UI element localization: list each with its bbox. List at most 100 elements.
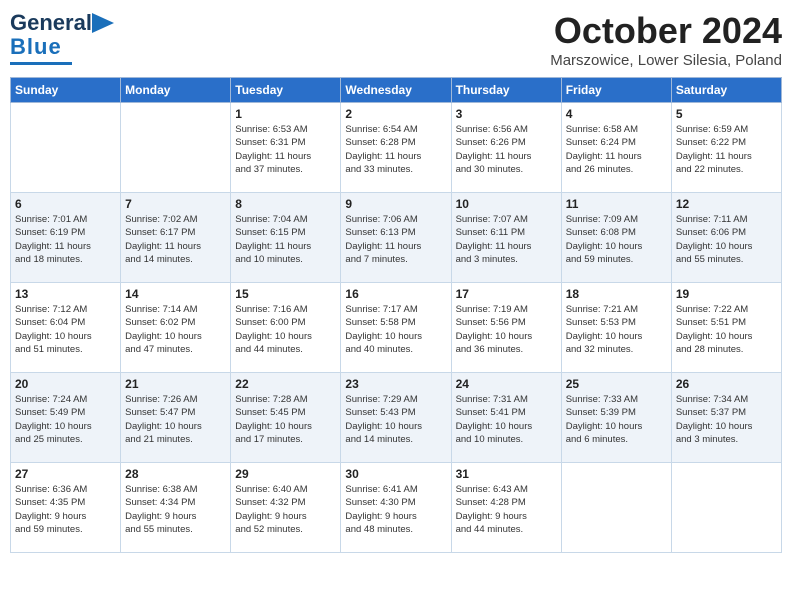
calendar-week-2: 6 Sunrise: 7:01 AM Sunset: 6:19 PM Daylig…	[11, 193, 782, 283]
day-info: Sunrise: 7:07 AM Sunset: 6:11 PM Dayligh…	[456, 213, 557, 266]
day-info: Sunrise: 7:34 AM Sunset: 5:37 PM Dayligh…	[676, 393, 777, 446]
calendar-cell: 9 Sunrise: 7:06 AM Sunset: 6:13 PM Daylig…	[341, 193, 451, 283]
calendar-cell: 29Sunrise: 6:40 AM Sunset: 4:32 PM Dayli…	[231, 463, 341, 553]
weekday-header-sunday: Sunday	[11, 78, 121, 103]
day-info: Sunrise: 7:06 AM Sunset: 6:13 PM Dayligh…	[345, 213, 446, 266]
calendar-week-5: 27 Sunrise: 6:36 AM Sunset: 4:35 PM Dayli…	[11, 463, 782, 553]
day-number: 22	[235, 377, 336, 391]
day-info: Sunrise: 7:11 AM Sunset: 6:06 PM Dayligh…	[676, 213, 777, 266]
day-info: Sunrise: 7:24 AM Sunset: 5:49 PM Dayligh…	[15, 393, 116, 446]
day-number: 14	[125, 287, 226, 301]
weekday-header-thursday: Thursday	[451, 78, 561, 103]
calendar-cell: 12 Sunrise: 7:11 AM Sunset: 6:06 PM Dayli…	[671, 193, 781, 283]
day-number: 5	[676, 107, 777, 121]
day-info: Sunrise: 7:04 AM Sunset: 6:15 PM Dayligh…	[235, 213, 336, 266]
day-number: 9	[345, 197, 446, 211]
calendar-cell: 13 Sunrise: 7:12 AM Sunset: 6:04 PM Dayli…	[11, 283, 121, 373]
day-info: Sunrise: 6:43 AM Sunset: 4:28 PM Dayligh…	[456, 483, 557, 536]
calendar-cell	[671, 463, 781, 553]
day-info: Sunrise: 7:09 AM Sunset: 6:08 PM Dayligh…	[566, 213, 667, 266]
day-number: 25	[566, 377, 667, 391]
calendar-week-4: 20 Sunrise: 7:24 AM Sunset: 5:49 PM Dayli…	[11, 373, 782, 463]
day-number: 13	[15, 287, 116, 301]
day-number: 1	[235, 107, 336, 121]
day-number: 6	[15, 197, 116, 211]
calendar-cell: 2 Sunrise: 6:54 AM Sunset: 6:28 PM Daylig…	[341, 103, 451, 193]
title-block: October 2024 Marszowice, Lower Silesia, …	[550, 10, 782, 69]
calendar-cell: 24 Sunrise: 7:31 AM Sunset: 5:41 PM Dayli…	[451, 373, 561, 463]
calendar-cell	[561, 463, 671, 553]
calendar-cell: 23Sunrise: 7:29 AM Sunset: 5:43 PM Dayli…	[341, 373, 451, 463]
day-number: 20	[15, 377, 116, 391]
calendar-cell: 28 Sunrise: 6:38 AM Sunset: 4:34 PM Dayli…	[121, 463, 231, 553]
calendar-cell: 16 Sunrise: 7:17 AM Sunset: 5:58 PM Dayli…	[341, 283, 451, 373]
weekday-header-tuesday: Tuesday	[231, 78, 341, 103]
calendar-week-1: 1 Sunrise: 6:53 AM Sunset: 6:31 PM Daylig…	[11, 103, 782, 193]
calendar-cell: 8 Sunrise: 7:04 AM Sunset: 6:15 PM Daylig…	[231, 193, 341, 283]
weekday-header-friday: Friday	[561, 78, 671, 103]
day-info: Sunrise: 7:12 AM Sunset: 6:04 PM Dayligh…	[15, 303, 116, 356]
day-info: Sunrise: 6:40 AM Sunset: 4:32 PM Dayligh…	[235, 483, 336, 536]
day-number: 7	[125, 197, 226, 211]
day-number: 28	[125, 467, 226, 481]
day-info: Sunrise: 7:22 AM Sunset: 5:51 PM Dayligh…	[676, 303, 777, 356]
calendar-cell: 3Sunrise: 6:56 AM Sunset: 6:26 PM Daylig…	[451, 103, 561, 193]
logo-underline	[10, 62, 72, 65]
day-info: Sunrise: 7:01 AM Sunset: 6:19 PM Dayligh…	[15, 213, 116, 266]
day-number: 26	[676, 377, 777, 391]
weekday-header-row: SundayMondayTuesdayWednesdayThursdayFrid…	[11, 78, 782, 103]
calendar-week-3: 13 Sunrise: 7:12 AM Sunset: 6:04 PM Dayli…	[11, 283, 782, 373]
day-info: Sunrise: 7:02 AM Sunset: 6:17 PM Dayligh…	[125, 213, 226, 266]
day-info: Sunrise: 7:33 AM Sunset: 5:39 PM Dayligh…	[566, 393, 667, 446]
calendar-cell: 19 Sunrise: 7:22 AM Sunset: 5:51 PM Dayli…	[671, 283, 781, 373]
month-title: October 2024	[550, 10, 782, 52]
day-number: 19	[676, 287, 777, 301]
calendar-cell: 4 Sunrise: 6:58 AM Sunset: 6:24 PM Daylig…	[561, 103, 671, 193]
calendar-cell: 30Sunrise: 6:41 AM Sunset: 4:30 PM Dayli…	[341, 463, 451, 553]
calendar-cell	[11, 103, 121, 193]
day-number: 24	[456, 377, 557, 391]
location: Marszowice, Lower Silesia, Poland	[550, 52, 782, 69]
logo-text-blue: Blue	[10, 34, 62, 60]
weekday-header-saturday: Saturday	[671, 78, 781, 103]
calendar-cell: 15Sunrise: 7:16 AM Sunset: 6:00 PM Dayli…	[231, 283, 341, 373]
day-info: Sunrise: 6:59 AM Sunset: 6:22 PM Dayligh…	[676, 123, 777, 176]
day-number: 4	[566, 107, 667, 121]
calendar-cell: 17Sunrise: 7:19 AM Sunset: 5:56 PM Dayli…	[451, 283, 561, 373]
logo-arrow-icon	[92, 13, 114, 33]
day-number: 8	[235, 197, 336, 211]
day-number: 10	[456, 197, 557, 211]
calendar-cell: 20 Sunrise: 7:24 AM Sunset: 5:49 PM Dayli…	[11, 373, 121, 463]
day-info: Sunrise: 6:36 AM Sunset: 4:35 PM Dayligh…	[15, 483, 116, 536]
calendar-cell: 27 Sunrise: 6:36 AM Sunset: 4:35 PM Dayli…	[11, 463, 121, 553]
day-number: 16	[345, 287, 446, 301]
day-number: 15	[235, 287, 336, 301]
day-info: Sunrise: 7:14 AM Sunset: 6:02 PM Dayligh…	[125, 303, 226, 356]
day-info: Sunrise: 6:56 AM Sunset: 6:26 PM Dayligh…	[456, 123, 557, 176]
calendar-cell: 6 Sunrise: 7:01 AM Sunset: 6:19 PM Daylig…	[11, 193, 121, 283]
day-info: Sunrise: 7:19 AM Sunset: 5:56 PM Dayligh…	[456, 303, 557, 356]
day-number: 2	[345, 107, 446, 121]
day-info: Sunrise: 6:38 AM Sunset: 4:34 PM Dayligh…	[125, 483, 226, 536]
page-header: General Blue October 2024 Marszowice, Lo…	[10, 10, 782, 69]
weekday-header-monday: Monday	[121, 78, 231, 103]
day-info: Sunrise: 7:17 AM Sunset: 5:58 PM Dayligh…	[345, 303, 446, 356]
calendar-cell: 25 Sunrise: 7:33 AM Sunset: 5:39 PM Dayli…	[561, 373, 671, 463]
day-number: 27	[15, 467, 116, 481]
day-number: 23	[345, 377, 446, 391]
day-number: 18	[566, 287, 667, 301]
day-number: 11	[566, 197, 667, 211]
day-info: Sunrise: 7:21 AM Sunset: 5:53 PM Dayligh…	[566, 303, 667, 356]
day-info: Sunrise: 7:28 AM Sunset: 5:45 PM Dayligh…	[235, 393, 336, 446]
day-info: Sunrise: 6:41 AM Sunset: 4:30 PM Dayligh…	[345, 483, 446, 536]
calendar-cell: 11 Sunrise: 7:09 AM Sunset: 6:08 PM Dayli…	[561, 193, 671, 283]
day-info: Sunrise: 6:58 AM Sunset: 6:24 PM Dayligh…	[566, 123, 667, 176]
day-number: 12	[676, 197, 777, 211]
day-info: Sunrise: 6:53 AM Sunset: 6:31 PM Dayligh…	[235, 123, 336, 176]
calendar-cell: 22 Sunrise: 7:28 AM Sunset: 5:45 PM Dayli…	[231, 373, 341, 463]
day-info: Sunrise: 6:54 AM Sunset: 6:28 PM Dayligh…	[345, 123, 446, 176]
day-info: Sunrise: 7:31 AM Sunset: 5:41 PM Dayligh…	[456, 393, 557, 446]
calendar-cell: 10 Sunrise: 7:07 AM Sunset: 6:11 PM Dayli…	[451, 193, 561, 283]
calendar-cell: 26 Sunrise: 7:34 AM Sunset: 5:37 PM Dayli…	[671, 373, 781, 463]
day-info: Sunrise: 7:26 AM Sunset: 5:47 PM Dayligh…	[125, 393, 226, 446]
